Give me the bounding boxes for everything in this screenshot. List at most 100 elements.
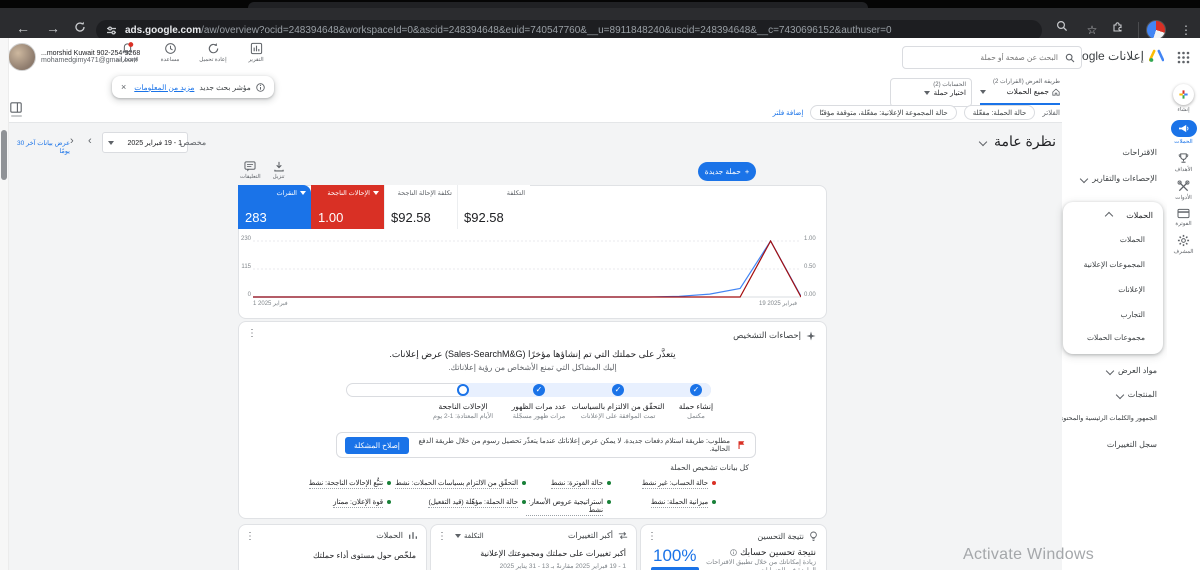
page-title[interactable]: نظرة عامة bbox=[980, 133, 1056, 150]
diag-bid-strategy[interactable]: استراتيجية عروض الأسعار: نشط bbox=[526, 498, 611, 516]
date-range-picker[interactable]: 1 - 19 فبراير 2025 bbox=[102, 132, 188, 153]
diag-ad-strength[interactable]: قوة الإعلان: ممتاز bbox=[296, 498, 391, 516]
diag-billing-status[interactable]: حالة الفوترة: نشط bbox=[526, 479, 611, 489]
last-30-days-link[interactable]: عرض بيانات آخر 30 يومًا bbox=[10, 139, 70, 155]
app-topbar: إعلانات Google ...morshid Kuwait 902-254… bbox=[0, 38, 1200, 78]
browser-profile-avatar[interactable] bbox=[1146, 20, 1166, 40]
rail-billing[interactable]: الفوترة bbox=[1167, 208, 1200, 227]
create-button[interactable]: إنشاء bbox=[1167, 84, 1200, 113]
bookmark-star-icon[interactable]: ☆ bbox=[1082, 20, 1102, 40]
comments-label: التعليقات bbox=[240, 174, 261, 180]
card-menu-icon[interactable]: ⋮ bbox=[647, 531, 657, 542]
step-pending-icon bbox=[457, 384, 469, 396]
tooltip-text: مؤشر بحث جديد bbox=[199, 83, 250, 92]
changes-metric-dropdown[interactable]: التكلفة bbox=[455, 532, 484, 540]
nav-assets[interactable]: مواد العرض bbox=[1107, 366, 1157, 375]
tooltip-close-icon[interactable]: × bbox=[121, 82, 126, 92]
submenu-experiments[interactable]: التجارب bbox=[1121, 310, 1145, 319]
notifications-button[interactable]: الإشعارات bbox=[112, 42, 142, 63]
filter-bar: الفلاتر حالة الحملة: مفعّلة حالة المجموع… bbox=[773, 105, 1060, 120]
changes-card-header: أكبر التغييرات bbox=[568, 531, 628, 540]
view-mode-dropdown[interactable]: طريقة العرض (القرارات 2) جميع الحملات bbox=[980, 78, 1060, 105]
submenu-campaign-groups[interactable]: مجموعات الحملات bbox=[1087, 333, 1145, 342]
zoom-icon[interactable] bbox=[1056, 20, 1076, 40]
nav-insights-reports[interactable]: الإحصاءات والتقارير bbox=[1081, 174, 1157, 183]
campaigns-heading: ملخّص حول مستوى أداء حملتك bbox=[313, 551, 416, 560]
scorecard-conversions[interactable]: الإحالات الناجحة 1.00 bbox=[311, 185, 384, 229]
global-search[interactable] bbox=[902, 46, 1082, 69]
step-conversions: الإحالات الناجحة الأيام المعتادة: 1-2 يو… bbox=[415, 384, 511, 420]
x-axis-label-start: 1 فبراير 2025 bbox=[253, 300, 288, 307]
refresh-label: إعادة تحميل bbox=[199, 57, 226, 63]
add-filter-link[interactable]: إضافة فلتر bbox=[773, 109, 804, 117]
browser-tabstrip bbox=[0, 0, 1200, 8]
refresh-button[interactable]: إعادة تحميل bbox=[198, 42, 228, 63]
left-axis-tick: 0 bbox=[245, 292, 251, 298]
scorecard-cost-per-conversion[interactable]: تكلفة الإحالة الناجحة $92.58 bbox=[384, 185, 457, 229]
diag-conversion-tracking[interactable]: تتبُّع الإحالات الناجحة: نشط bbox=[296, 479, 391, 489]
rail-tools[interactable]: الأدوات bbox=[1167, 180, 1200, 201]
rail-campaigns[interactable]: الحملات bbox=[1167, 120, 1200, 145]
card-menu-icon[interactable]: ⋮ bbox=[245, 531, 255, 542]
diag-account-status[interactable]: حالة الحساب: غير نشط bbox=[611, 479, 716, 489]
reload-icon[interactable] bbox=[74, 21, 86, 33]
optimization-heading: نتيجة تحسين حسابك bbox=[730, 547, 816, 558]
diag-policy-review[interactable]: التحقّق من الالتزام بسياسات الحملات: نشط bbox=[391, 479, 526, 489]
tooltip-more-link[interactable]: مزيد من المعلومات bbox=[134, 83, 194, 92]
rail-campaigns-label: الحملات bbox=[1174, 139, 1192, 145]
page-scrollbar[interactable] bbox=[0, 38, 9, 570]
adgroup-status-chip[interactable]: حالة المجموعة الإعلانية: مفعّلة، متوقفة … bbox=[810, 105, 956, 120]
scorecard-cost[interactable]: التكلفة $92.58 bbox=[457, 185, 530, 229]
fix-issue-button[interactable]: إصلاح المشكلة bbox=[345, 437, 409, 454]
submenu-campaigns[interactable]: الحملات bbox=[1120, 235, 1145, 244]
scrollbar-thumb[interactable] bbox=[1, 130, 7, 180]
caret-down-icon bbox=[373, 191, 379, 195]
caret-down-icon bbox=[924, 91, 930, 95]
apps-grid-icon[interactable] bbox=[1177, 51, 1190, 64]
campaigns-submenu: الحملات الحملات المجموعات الإعلانية الإع… bbox=[1063, 202, 1163, 354]
nav-products[interactable]: المنتجات bbox=[1117, 390, 1157, 399]
submenu-ad-groups[interactable]: المجموعات الإعلانية bbox=[1084, 260, 1145, 269]
site-settings-icon[interactable] bbox=[106, 25, 117, 36]
browser-toolbar: ← → ads.google.com/aw/overview?ocid=2483… bbox=[0, 8, 1200, 38]
date-next-arrow[interactable]: › bbox=[88, 135, 92, 147]
date-prev-arrow[interactable]: ‹ bbox=[70, 135, 74, 147]
nav-audiences-keywords[interactable]: الجمهور والكلمات الرئيسية والمحتوى bbox=[1047, 414, 1157, 422]
search-input[interactable] bbox=[909, 52, 1060, 63]
back-icon[interactable]: ← bbox=[16, 21, 30, 35]
submenu-ads[interactable]: الإعلانات bbox=[1118, 285, 1145, 294]
bar-chart-icon bbox=[408, 531, 418, 540]
submenu-campaigns-header[interactable]: الحملات bbox=[1106, 211, 1153, 220]
home-icon bbox=[1052, 88, 1060, 96]
browser-menu-icon[interactable]: ⋮ bbox=[1176, 20, 1196, 40]
chart-actions: التعليقات تنزيل bbox=[240, 161, 285, 180]
rail-goals[interactable]: الأهداف bbox=[1167, 152, 1200, 173]
side-panel-toggle[interactable] bbox=[10, 102, 22, 117]
help-label: مساعدة bbox=[161, 57, 180, 63]
rail-goals-label: الأهداف bbox=[1175, 167, 1193, 173]
scorecard-clicks[interactable]: النقرات 283 bbox=[238, 185, 311, 229]
diag-campaign-status[interactable]: حالة الحملة: مؤهّلة (قيد التفعيل) bbox=[391, 498, 526, 516]
rail-billing-label: الفوترة bbox=[1175, 221, 1191, 227]
card-menu-icon[interactable]: ⋮ bbox=[437, 531, 447, 542]
extensions-icon[interactable] bbox=[1112, 20, 1132, 40]
campaign-status-chip[interactable]: حالة الحملة: مفعّلة bbox=[964, 105, 1036, 120]
accounts-main: اختيار حملة bbox=[934, 89, 966, 97]
nav-recommendations[interactable]: الاقتراحات bbox=[1122, 148, 1157, 157]
forward-icon[interactable]: → bbox=[46, 21, 60, 35]
campaigns-summary-card: الحملات ⋮ ملخّص حول مستوى أداء حملتك bbox=[238, 524, 427, 570]
card-menu-icon[interactable]: ⋮ bbox=[247, 328, 257, 339]
new-campaign-button[interactable]: +حملة جديدة bbox=[698, 162, 756, 181]
comments-button[interactable]: التعليقات bbox=[240, 161, 261, 180]
download-button[interactable]: تنزيل bbox=[273, 161, 285, 180]
help-button[interactable]: مساعدة bbox=[155, 42, 185, 63]
rail-admin[interactable]: المشرف bbox=[1167, 234, 1200, 255]
report-button[interactable]: التقرير bbox=[241, 42, 271, 63]
accounts-dropdown[interactable]: الحسابات (2) اختيار حملة bbox=[890, 78, 972, 107]
tools-icon bbox=[1177, 180, 1190, 193]
plus-icon: + bbox=[745, 167, 749, 176]
diag-campaign-budget[interactable]: ميزانية الحملة: نشط bbox=[611, 498, 716, 516]
timeseries-svg bbox=[253, 240, 801, 298]
side-toggle-label bbox=[11, 115, 22, 117]
nav-change-history[interactable]: سجل التغييرات bbox=[1107, 440, 1157, 449]
